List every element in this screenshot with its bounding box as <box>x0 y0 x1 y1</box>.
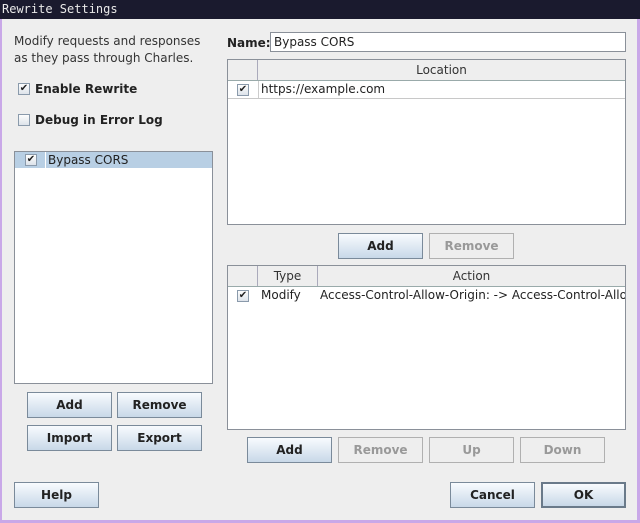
up-button[interactable]: Up <box>429 437 514 463</box>
action-cell: Access-Control-Allow-Origin: -> Access-C… <box>320 288 625 302</box>
rule-name: Bypass CORS <box>48 153 129 167</box>
name-label: Name: <box>227 36 271 50</box>
checkmark-icon[interactable]: ✔ <box>25 154 37 166</box>
table-row[interactable]: ✔ Modify Access-Control-Allow-Origin: ->… <box>228 287 625 304</box>
column-header-enabled[interactable] <box>228 266 258 286</box>
remove-rule-button[interactable]: Remove <box>117 392 202 418</box>
description-text: Modify requests and responses as they pa… <box>14 34 201 65</box>
column-header-action[interactable]: Action <box>318 266 625 286</box>
window-title: Rewrite Settings <box>0 0 640 19</box>
enable-rewrite-label: Enable Rewrite <box>35 82 138 96</box>
name-input[interactable] <box>270 32 626 52</box>
debug-error-log-label: Debug in Error Log <box>35 113 163 127</box>
locations-table-header: Location <box>228 60 625 81</box>
down-button[interactable]: Down <box>520 437 605 463</box>
cancel-button[interactable]: Cancel <box>450 482 535 508</box>
export-button[interactable]: Export <box>117 425 202 451</box>
checkmark-icon[interactable]: ✔ <box>237 84 249 96</box>
location-cell: https://example.com <box>261 82 386 96</box>
column-header-type[interactable]: Type <box>258 266 318 286</box>
add-action-button[interactable]: Add <box>247 437 332 463</box>
table-row[interactable]: ✔ https://example.com <box>228 81 625 99</box>
actions-table[interactable]: Type Action ✔ Modify Access-Control-Allo… <box>227 265 626 430</box>
actions-table-header: Type Action <box>228 266 625 287</box>
locations-table[interactable]: Location ✔ https://example.com <box>227 59 626 225</box>
remove-location-button[interactable]: Remove <box>429 233 514 259</box>
ok-button[interactable]: OK <box>541 482 626 508</box>
rewrite-settings-dialog: Modify requests and responses as they pa… <box>2 19 637 520</box>
remove-action-button[interactable]: Remove <box>338 437 423 463</box>
type-cell: Modify <box>261 288 301 302</box>
checkbox-empty-icon <box>18 114 30 126</box>
import-button[interactable]: Import <box>27 425 112 451</box>
column-header-location[interactable]: Location <box>258 60 625 80</box>
list-item[interactable]: ✔ Bypass CORS <box>15 152 212 168</box>
rules-list[interactable]: ✔ Bypass CORS <box>14 151 213 384</box>
checkmark-icon: ✔ <box>18 83 30 95</box>
help-button[interactable]: Help <box>14 482 99 508</box>
checkmark-icon[interactable]: ✔ <box>237 290 249 302</box>
add-location-button[interactable]: Add <box>338 233 423 259</box>
add-rule-button[interactable]: Add <box>27 392 112 418</box>
column-header-enabled[interactable] <box>228 60 258 80</box>
